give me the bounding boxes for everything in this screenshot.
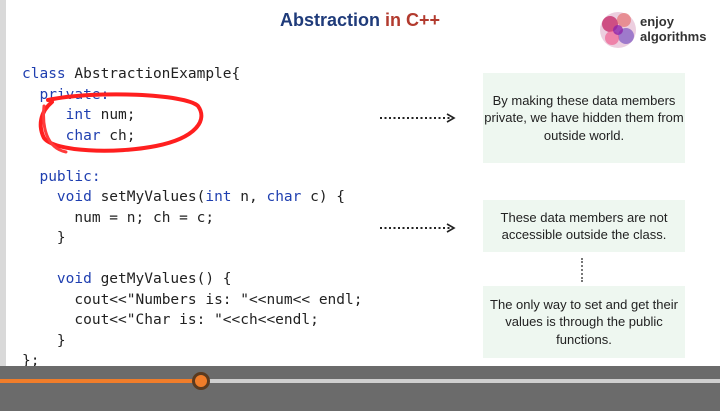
code-line-11: cout<<"Char is: "<<ch<<endl; — [74, 312, 319, 328]
code-line-6: void setMyValues(int n, char c) { — [56, 189, 346, 205]
slide-left-edge — [0, 0, 6, 366]
video-seek-handle[interactable] — [192, 372, 210, 390]
code-line-5: public: — [39, 168, 101, 185]
video-seek-progress — [0, 379, 201, 383]
red-highlight-scribble — [38, 92, 204, 154]
slide: Abstraction in C++ enjoy algorithms clas… — [0, 0, 720, 369]
code-line-blank-2 — [22, 249, 362, 270]
title-part1: Abstraction — [279, 10, 380, 30]
arrow-2-icon — [380, 223, 456, 233]
note-box-2: These data members are not accessible ou… — [483, 200, 685, 252]
arrow-1-icon — [380, 113, 456, 123]
code-line-10: cout<<"Numbers is: "<<num<< endl; — [74, 291, 363, 308]
note-box-1: By making these data members private, we… — [483, 73, 685, 163]
code-line-1: class AbstractionExample{ — [22, 66, 241, 82]
note-text-2: These data members are not accessible ou… — [500, 209, 668, 243]
code-line-9: void getMyValues() { — [56, 271, 232, 287]
vertical-dotted-connector — [581, 258, 585, 282]
note-text-1: By making these data members private, we… — [484, 92, 684, 143]
note-text-3: The only way to set and get their values… — [490, 296, 678, 347]
code-line-12: } — [56, 332, 66, 349]
code-line-8: } — [56, 230, 66, 246]
enjoyalgorithms-logo: enjoy algorithms — [596, 8, 712, 52]
logo-line1: enjoy — [640, 14, 674, 29]
title-part2: in C++ — [379, 10, 441, 30]
logo-circles-icon — [600, 12, 636, 48]
note-box-3: The only way to set and get their values… — [483, 286, 685, 358]
video-control-bar — [0, 366, 720, 411]
code-line-7: num = n; ch = c; — [74, 209, 215, 226]
logo-line2: algorithms — [640, 29, 707, 44]
